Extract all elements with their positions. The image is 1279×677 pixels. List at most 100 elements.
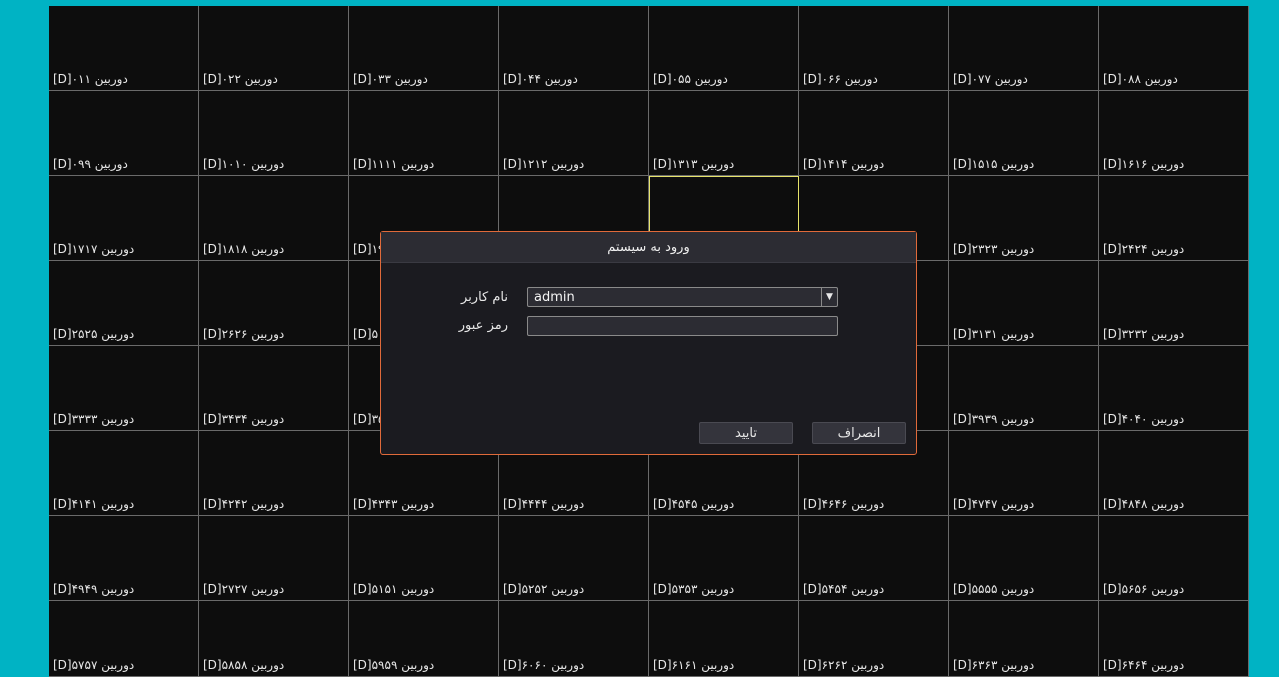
camera-cell[interactable]: [D]۳۹دوربین ۳۹ — [949, 346, 1099, 431]
camera-cell[interactable]: [D]۴۷دوربین ۴۷ — [949, 431, 1099, 516]
camera-cell[interactable]: [D]۵۵دوربین ۵۵ — [949, 516, 1099, 601]
camera-cell[interactable]: [D]۳۳دوربین ۳۳ — [49, 346, 199, 431]
camera-label: [D]۱۱دوربین ۱۱ — [353, 157, 435, 171]
username-value: admin — [534, 289, 575, 305]
camera-cell[interactable]: [D]۱۱دوربین ۱۱ — [349, 91, 499, 176]
camera-cell[interactable]: [D]۳۲دوربین ۳۲ — [1099, 261, 1249, 346]
camera-label: [D]۰۲دوربین ۲ — [203, 72, 278, 86]
camera-cell[interactable]: [D]۵۹دوربین ۵۹ — [349, 601, 499, 677]
camera-cell[interactable]: [D]۴۲دوربین ۴۲ — [199, 431, 349, 516]
camera-cell[interactable]: [D]۶۱دوربین ۶۱ — [649, 601, 799, 677]
camera-cell[interactable]: [D]۰۹دوربین ۹ — [49, 91, 199, 176]
camera-cell[interactable]: [D]۵۷دوربین ۵۷ — [49, 601, 199, 677]
login-dialog: ورود به سیستم نام کاربر admin ▼ رمز عبور… — [380, 231, 917, 455]
camera-label: [D]۰۸دوربین ۸ — [1103, 72, 1178, 86]
camera-cell[interactable]: [D]۴۹دوربین ۴۹ — [49, 516, 199, 601]
camera-cell[interactable]: [D]۰۳دوربین ۳ — [349, 6, 499, 91]
camera-cell[interactable]: [D]۴۱دوربین ۴۱ — [49, 431, 199, 516]
camera-label: [D]۰۹دوربین ۹ — [53, 157, 128, 171]
camera-cell[interactable]: [D]۰۱دوربین ۱ — [49, 6, 199, 91]
camera-cell[interactable]: [D]۳۱دوربین ۳۱ — [949, 261, 1099, 346]
camera-label: [D]۰۶دوربین ۶ — [803, 72, 878, 86]
camera-label: [D]۰۱دوربین ۱ — [53, 72, 128, 86]
camera-label: [D]۵۴دوربین ۵۴ — [803, 582, 885, 596]
camera-label: [D]۶۰دوربین ۶۰ — [503, 658, 585, 672]
camera-cell[interactable]: [D]۳۴دوربین ۳۴ — [199, 346, 349, 431]
camera-label: [D]۱۲دوربین ۱۲ — [503, 157, 585, 171]
camera-label: [D]۱۵دوربین ۱۵ — [953, 157, 1035, 171]
camera-label: [D]۴۳دوربین ۴۳ — [353, 497, 435, 511]
camera-cell[interactable]: [D]۲۶دوربین ۲۶ — [199, 261, 349, 346]
camera-cell[interactable]: [D]۵۳دوربین ۵۳ — [649, 516, 799, 601]
confirm-button[interactable]: تایید — [699, 422, 793, 444]
camera-label: [D]۲۴دوربین ۲۴ — [1103, 242, 1185, 256]
camera-label: [D]۴۹دوربین ۴۹ — [53, 582, 135, 596]
camera-label: [D]۵۳دوربین ۵۳ — [653, 582, 735, 596]
password-input[interactable] — [527, 316, 838, 336]
camera-cell[interactable]: [D]۲۴دوربین ۲۴ — [1099, 176, 1249, 261]
camera-cell[interactable]: [D]۱۶دوربین ۱۶ — [1099, 91, 1249, 176]
camera-label: [D]۳۱دوربین ۳۱ — [953, 327, 1035, 341]
camera-label: [D]۳۳دوربین ۳۳ — [53, 412, 135, 426]
camera-label: [D]۶۲دوربین ۶۲ — [803, 658, 885, 672]
camera-cell[interactable]: [D]۵۱دوربین ۵۱ — [349, 516, 499, 601]
camera-label: [D]۱۷دوربین ۱۷ — [53, 242, 135, 256]
camera-cell[interactable]: [D]۱۴دوربین ۱۴ — [799, 91, 949, 176]
camera-label: [D]۴۷دوربین ۴۷ — [953, 497, 1035, 511]
camera-label: [D]۴۰دوربین ۴۰ — [1103, 412, 1185, 426]
camera-cell[interactable]: [D]۰۷دوربین ۷ — [949, 6, 1099, 91]
camera-cell[interactable]: [D]۱۲دوربین ۱۲ — [499, 91, 649, 176]
camera-cell[interactable]: [D]۶۴دوربین ۶۴ — [1099, 601, 1249, 677]
camera-label: [D]۱۰دوربین ۱۰ — [203, 157, 285, 171]
camera-label: [D]۰۷دوربین ۷ — [953, 72, 1028, 86]
camera-cell[interactable]: [D]۶۰دوربین ۶۰ — [499, 601, 649, 677]
camera-cell[interactable]: [D]۲۵دوربین ۲۵ — [49, 261, 199, 346]
camera-cell[interactable]: [D]۱۰دوربین ۱۰ — [199, 91, 349, 176]
camera-cell[interactable]: [D]۶۳دوربین ۶۳ — [949, 601, 1099, 677]
camera-cell[interactable]: [D]۲۳دوربین ۲۳ — [949, 176, 1099, 261]
camera-cell[interactable]: [D]۶۲دوربین ۶۲ — [799, 601, 949, 677]
password-label: رمز عبور — [458, 318, 508, 333]
camera-cell[interactable]: [D]۰۶دوربین ۶ — [799, 6, 949, 91]
camera-label: [D]۱۳دوربین ۱۳ — [653, 157, 735, 171]
camera-label: [D]۶۴دوربین ۶۴ — [1103, 658, 1185, 672]
camera-cell[interactable]: [D]۱۸دوربین ۱۸ — [199, 176, 349, 261]
dialog-title: ورود به سیستم — [607, 239, 690, 255]
camera-cell[interactable]: [D]۵۶دوربین ۵۶ — [1099, 516, 1249, 601]
camera-cell[interactable]: [D]۰۵دوربین ۵ — [649, 6, 799, 91]
camera-label: [D]۲۶دوربین ۲۶ — [203, 327, 285, 341]
camera-cell[interactable]: [D]۵۲دوربین ۵۲ — [499, 516, 649, 601]
username-select[interactable]: admin ▼ — [527, 287, 838, 307]
camera-label: [D]۵۷دوربین ۵۷ — [53, 658, 135, 672]
camera-cell[interactable]: [D]۰۴دوربین ۴ — [499, 6, 649, 91]
camera-label: [D]۲۵دوربین ۲۵ — [53, 327, 135, 341]
camera-label: [D]۴۴دوربین ۴۴ — [503, 497, 585, 511]
camera-cell[interactable]: [D]۱۷دوربین ۱۷ — [49, 176, 199, 261]
camera-label: [D]۵۸دوربین ۵۸ — [203, 658, 285, 672]
camera-label: [D]۲۷دوربین ۲۷ — [203, 582, 285, 596]
camera-cell[interactable]: [D]۱۳دوربین ۱۳ — [649, 91, 799, 176]
chevron-down-icon[interactable]: ▼ — [821, 288, 837, 306]
camera-label: [D]۶۳دوربین ۶۳ — [953, 658, 1035, 672]
camera-label: [D]۵۶دوربین ۵۶ — [1103, 582, 1185, 596]
camera-label: [D]۳۲دوربین ۳۲ — [1103, 327, 1185, 341]
camera-label: [D]۱۶دوربین ۱۶ — [1103, 157, 1185, 171]
camera-cell[interactable]: [D]۵۴دوربین ۵۴ — [799, 516, 949, 601]
camera-label: [D]۴۵دوربین ۴۵ — [653, 497, 735, 511]
camera-cell[interactable]: [D]۴۰دوربین ۴۰ — [1099, 346, 1249, 431]
camera-cell[interactable]: [D]۴۸دوربین ۴۸ — [1099, 431, 1249, 516]
camera-cell[interactable]: [D]۱۵دوربین ۱۵ — [949, 91, 1099, 176]
username-label: نام کاربر — [461, 290, 508, 305]
dialog-header: ورود به سیستم — [381, 232, 916, 263]
camera-cell[interactable]: [D]۵۸دوربین ۵۸ — [199, 601, 349, 677]
camera-label: [D]۱۴دوربین ۱۴ — [803, 157, 885, 171]
camera-cell[interactable]: [D]۰۲دوربین ۲ — [199, 6, 349, 91]
camera-label: [D]۶۱دوربین ۶۱ — [653, 658, 735, 672]
camera-cell[interactable]: [D]۲۷دوربین ۲۷ — [199, 516, 349, 601]
camera-label: [D]۴۱دوربین ۴۱ — [53, 497, 135, 511]
camera-cell[interactable]: [D]۰۸دوربین ۸ — [1099, 6, 1249, 91]
camera-label: [D]۵۱دوربین ۵۱ — [353, 582, 435, 596]
camera-label: [D]۵۵دوربین ۵۵ — [953, 582, 1035, 596]
cancel-button[interactable]: انصراف — [812, 422, 906, 444]
camera-label: [D]۵۲دوربین ۵۲ — [503, 582, 585, 596]
